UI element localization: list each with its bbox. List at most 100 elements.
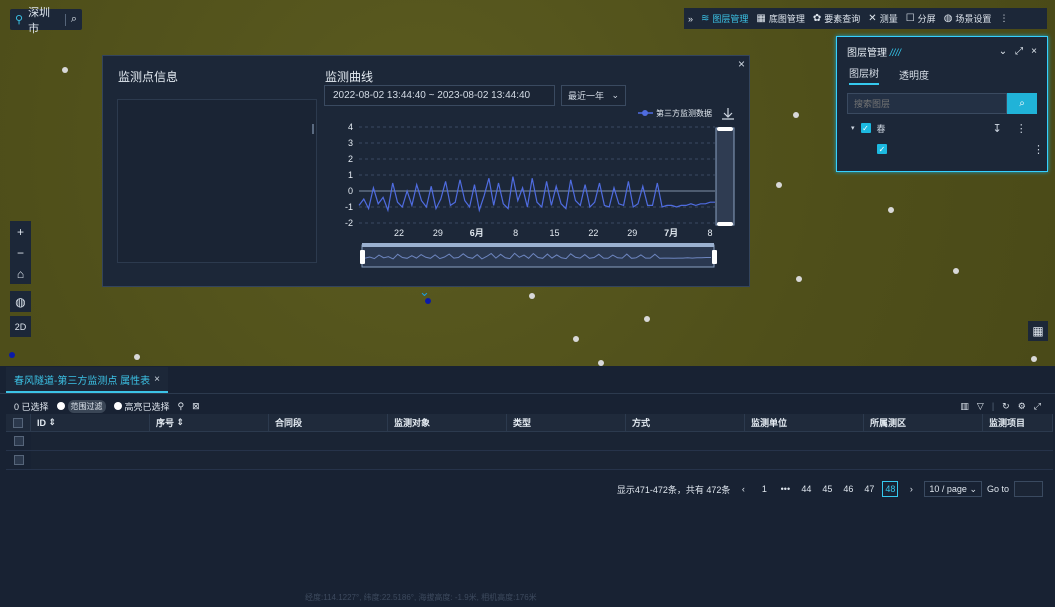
layer-search-input[interactable] (847, 93, 1007, 114)
pagination: 显示471-472条，共有 472条 ‹ 1 ••• 44 45 46 47 4… (617, 481, 1043, 497)
fullscreen-icon[interactable]: ⤢ (1034, 401, 1041, 412)
selected-count: 0 已选择 (14, 401, 49, 412)
column-area[interactable]: 所属测区 (864, 414, 983, 431)
map-controls: + − ⌂ ◍ 2D (10, 221, 31, 337)
location-marker-icon[interactable]: ⌄ (419, 284, 430, 300)
location-icon: ⚲ (15, 14, 24, 26)
row-checkbox[interactable] (13, 455, 24, 465)
close-icon[interactable]: × (154, 374, 160, 385)
layer-checkbox[interactable]: ✓ (877, 144, 887, 154)
page-47[interactable]: 47 (861, 481, 877, 497)
highlight-toggle[interactable]: 高亮已选择 (113, 400, 170, 413)
home-button[interactable]: ⌂ (10, 263, 31, 284)
column-index[interactable]: 序号 ⇕ (150, 414, 269, 431)
widget-grid-button[interactable]: ▦ (1028, 321, 1048, 341)
page-ellipsis[interactable]: ••• (777, 481, 793, 497)
fullscreen-icon[interactable]: ⤢ (1015, 46, 1023, 57)
toolbar-basemap-button[interactable]: ▦ 底图管理 (752, 8, 808, 29)
attribute-table-panel: 春风隧道-第三方监测点 属性表 × 0 已选择 范围过滤 高亮已选择 ⚲ ⊠ ▥… (0, 366, 1055, 607)
map-viewport[interactable]: ⚲ 深圳市 ⌕ » ≋ 图层管理 ▦ 底图管理 ✿ 要素查询 ✕ 测量 ☐ 分屏 ◍ 场景设… (0, 0, 1055, 366)
prev-page-icon[interactable]: ‹ (735, 481, 751, 497)
city-selector[interactable]: ⚲ 深圳市 ⌕ (10, 7, 82, 35)
decor-stripes: //// (889, 47, 901, 59)
toolbar-collapse-button[interactable]: » (684, 8, 697, 29)
caret-icon[interactable]: ▾ (851, 124, 855, 132)
toolbar-measure-button[interactable]: ✕ 测量 (864, 8, 901, 29)
vertical-zoom-slider[interactable] (715, 127, 735, 226)
search-button[interactable]: ⌕ (1007, 93, 1037, 114)
table-row[interactable] (6, 432, 1053, 451)
query-icon: ✿ (812, 13, 822, 24)
select-all-checkbox[interactable] (13, 417, 23, 428)
divider (64, 13, 66, 26)
toolbar-query-button[interactable]: ✿ 要素查询 (809, 8, 864, 29)
globe-button[interactable]: ◍ (10, 291, 31, 312)
layer-checkbox[interactable]: ✓ (860, 123, 871, 133)
legend-label: 第三方监测数据 (656, 108, 712, 118)
toolbar-scene-button[interactable]: ◍ 场景设置 (940, 8, 996, 29)
column-item[interactable]: 监测项目 (983, 414, 1053, 431)
city-name: 深圳市 (28, 6, 51, 35)
clear-selection-icon[interactable]: ⊠ (192, 401, 200, 412)
layer-node-root[interactable]: ▾ ✓ 春 ↧ ⋮ (851, 122, 1047, 135)
x-tick-label: 22 (394, 228, 404, 238)
download-icon[interactable] (722, 108, 734, 120)
pagination-summary: 显示471-472条，共有 472条 (616, 484, 731, 495)
table-row[interactable] (6, 451, 1053, 470)
split-icon: ☐ (905, 13, 915, 24)
refresh-icon[interactable]: ↻ (1002, 401, 1010, 412)
collapse-icon[interactable]: ⌄ (999, 46, 1007, 57)
column-contract[interactable]: 合同段 (269, 414, 388, 431)
column-type[interactable]: 类型 (507, 414, 626, 431)
page-44[interactable]: 44 (798, 481, 814, 497)
arrow-down-icon[interactable]: ↧ (993, 122, 1002, 135)
x-tick-label: 8 (513, 228, 518, 238)
x-tick-label: 29 (627, 228, 637, 238)
tab-attribute-table[interactable]: 春风隧道-第三方监测点 属性表 × (6, 367, 168, 393)
page-45[interactable]: 45 (819, 481, 835, 497)
zoom-in-button[interactable]: + (10, 221, 31, 242)
radio-icon (56, 402, 65, 410)
x-tick-label: 8 (707, 228, 712, 238)
column-unit[interactable]: 监测单位 (745, 414, 864, 431)
chart-icon[interactable]: ▥ (960, 401, 969, 412)
layer-node-child[interactable]: ✓ ⋮ (877, 143, 1047, 156)
filter-icon[interactable]: ▽ (977, 401, 984, 412)
page-48[interactable]: 48 (882, 481, 899, 497)
toolbar-layer-button[interactable]: ≋ 图层管理 (697, 8, 752, 29)
sort-icon[interactable]: ⇕ (177, 417, 185, 428)
next-page-icon[interactable]: › (903, 481, 919, 497)
toolbar-more-button[interactable]: ⋮ (995, 8, 1012, 29)
main-toolbar: » ≋ 图层管理 ▦ 底图管理 ✿ 要素查询 ✕ 测量 ☐ 分屏 ◍ 场景设置 ⋮ (684, 8, 1047, 29)
layer-manager-panel: 图层管理 //// ⌄ ⤢ × 图层树 透明度 ⌕ ▾ ✓ 春 ↧ ⋮ ✓ ⋮ (836, 36, 1048, 172)
page-1[interactable]: 1 (756, 481, 772, 497)
tab-opacity[interactable]: 透明度 (899, 67, 929, 85)
close-icon[interactable]: × (1031, 46, 1037, 57)
more-icon[interactable]: ⋮ (1033, 143, 1044, 156)
search-icon[interactable]: ⌕ (71, 13, 77, 26)
filter-toggle[interactable]: 范围过滤 (56, 399, 106, 413)
zoom-out-button[interactable]: − (10, 242, 31, 263)
page-46[interactable]: 46 (840, 481, 856, 497)
y-tick-label: 3 (348, 138, 353, 148)
column-object[interactable]: 监测对象 (388, 414, 507, 431)
chevron-down-icon: ⌄ (969, 483, 977, 494)
tab-layer-tree[interactable]: 图层树 (849, 65, 879, 85)
view-mode-button[interactable]: 2D (10, 316, 31, 337)
more-icon[interactable]: ⋮ (1016, 122, 1027, 135)
toolbar-split-button[interactable]: ☐ 分屏 (902, 8, 940, 29)
y-tick-label: 0 (348, 186, 353, 196)
horizontal-zoom-slider[interactable] (360, 243, 717, 268)
settings-icon[interactable]: ⚙ (1018, 401, 1026, 412)
panel-title: 图层管理 (847, 47, 887, 59)
y-tick-label: 2 (348, 154, 353, 164)
monitor-chart: 第三方监测数据 4 3 2 1 0 -1 -2 22 29 6月 8 15 22 29 7月 8 (345, 108, 735, 268)
page-size-select[interactable]: 10 / page ⌄ (924, 481, 982, 497)
goto-input[interactable] (1014, 481, 1043, 497)
legend: 第三方监测数据 (638, 108, 712, 118)
column-id[interactable]: ID ⇕ (31, 414, 150, 431)
column-method[interactable]: 方式 (626, 414, 745, 431)
location-pin-icon[interactable]: ⚲ (178, 401, 185, 412)
row-checkbox[interactable] (13, 436, 24, 446)
sort-icon[interactable]: ⇕ (49, 417, 57, 428)
